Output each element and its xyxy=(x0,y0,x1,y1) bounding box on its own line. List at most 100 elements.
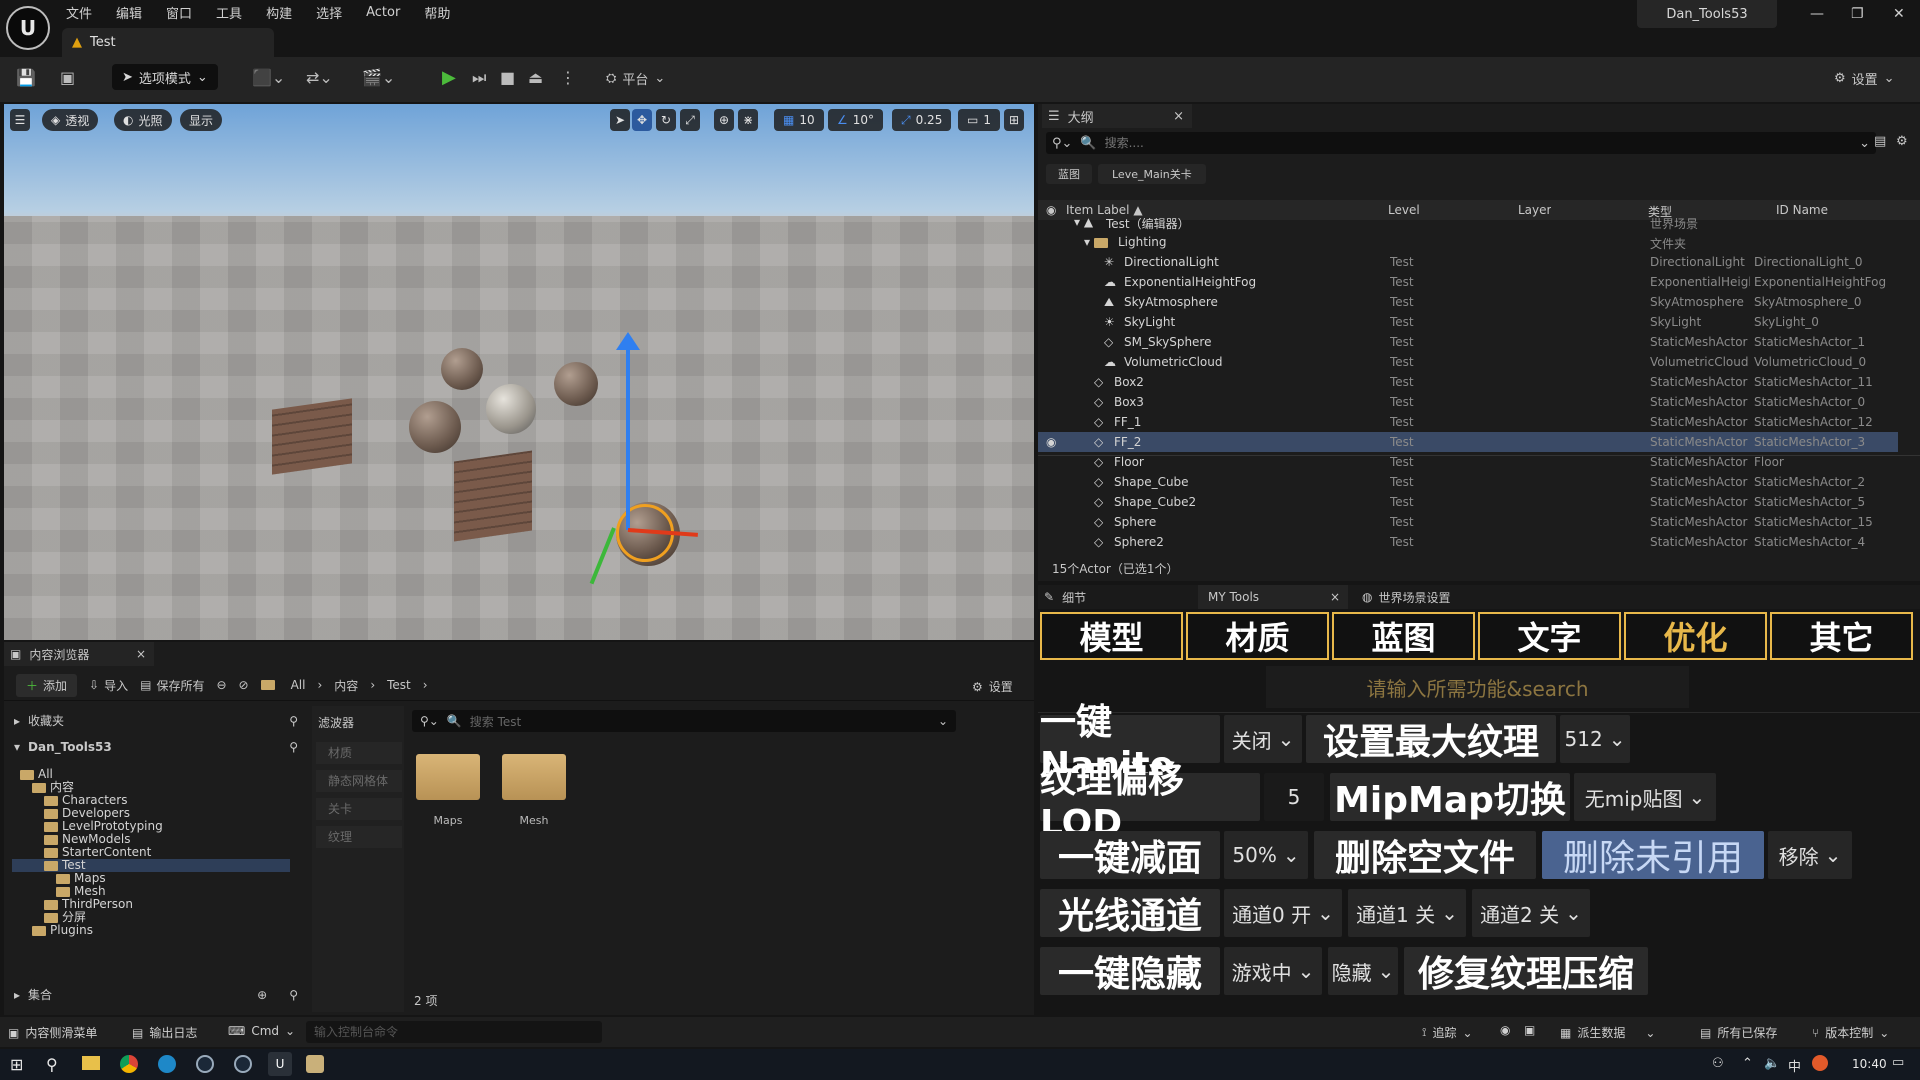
filter-icon[interactable]: ⚲⌄ xyxy=(420,714,439,728)
menu-select[interactable]: 选择 xyxy=(316,3,342,22)
menu-window[interactable]: 窗口 xyxy=(166,3,192,22)
stop-icon[interactable]: ■ xyxy=(500,68,515,87)
eject-icon[interactable]: ⏏ xyxy=(528,68,543,87)
delete-empty-button[interactable]: 删除空文件 xyxy=(1314,831,1536,879)
category-tab[interactable]: 蓝图 xyxy=(1332,612,1475,660)
restore-icon[interactable]: ❐ xyxy=(1851,6,1864,22)
menu-edit[interactable]: 编辑 xyxy=(116,3,142,22)
chevron-down-icon[interactable]: ⌄ xyxy=(938,714,948,728)
grid-snap-button[interactable]: ▦ 10 xyxy=(774,109,824,131)
menu-file[interactable]: 文件 xyxy=(66,3,92,22)
windows-start-icon[interactable]: ⊞ xyxy=(10,1055,23,1074)
unreal-taskbar-icon[interactable]: U xyxy=(268,1052,292,1076)
file-explorer-icon[interactable] xyxy=(82,1056,100,1070)
version-control-button[interactable]: ⑂ 版本控制 ⌄ xyxy=(1812,1024,1889,1041)
filter-texture[interactable]: 纹理 xyxy=(316,826,402,848)
cinematics-icon[interactable]: 🎬⌄ xyxy=(362,68,395,87)
perspective-button[interactable]: ◈ 透视 xyxy=(42,109,99,131)
play-icon[interactable]: ▶ xyxy=(442,67,456,88)
outliner-row[interactable]: ✳ DirectionalLight Test DirectionalLight Dir… xyxy=(1038,252,1898,272)
level-viewport[interactable]: ☰ ◈ 透视 ◐ 光照 显示 ➤ ✥ ↻ ⤢ ⊕ ⋇ ▦ 10 ∠ 10° ⤢ 0.25 … xyxy=(4,104,1034,640)
outliner-row[interactable]: ◇ SM_SkySphere Test StaticMeshActor StaticMe… xyxy=(1038,332,1898,352)
show-button[interactable]: 显示 xyxy=(180,109,223,131)
save-icon[interactable]: 💾 xyxy=(16,68,36,87)
translate-tool-icon[interactable]: ✥ xyxy=(632,109,652,131)
outliner-row[interactable]: ◇ Shape_Cube Test StaticMeshActor StaticMesh… xyxy=(1038,472,1898,492)
col-id-name[interactable]: ID Name xyxy=(1776,203,1828,217)
back-icon[interactable]: ⊖ xyxy=(216,678,226,692)
lit-button[interactable]: ◐ 光照 xyxy=(114,109,172,131)
reduce-dropdown[interactable]: 50% ⌄ xyxy=(1224,831,1308,879)
content-browser-tab[interactable]: ▣ 内容浏览器 × xyxy=(4,642,154,666)
select-tool-icon[interactable]: ➤ xyxy=(610,109,630,131)
tab-details[interactable]: ✎ 细节 xyxy=(1038,589,1198,606)
folder-maps[interactable]: Maps xyxy=(416,754,480,827)
channel1-dropdown[interactable]: 通道1 关 ⌄ xyxy=(1348,889,1466,937)
outliner-search-input[interactable] xyxy=(1104,136,1805,150)
mipmap-toggle-button[interactable]: MipMap切换 xyxy=(1330,773,1570,821)
col-item-label[interactable]: Item Label ▲ xyxy=(1066,203,1143,217)
volume-icon[interactable]: 🔈 xyxy=(1764,1056,1780,1071)
more-icon[interactable]: ⋮ xyxy=(560,68,576,87)
derived-data-button[interactable]: ▦ 派生数据 ⌄ xyxy=(1560,1024,1655,1041)
trace-button[interactable]: ⟟ 追踪 ⌄ xyxy=(1422,1024,1473,1041)
save-all-button[interactable]: ▤ 保存所有 xyxy=(140,677,204,694)
tray-chevron-icon[interactable]: ⌃ xyxy=(1742,1056,1753,1071)
tree-folder[interactable]: 内容 xyxy=(12,781,290,794)
menu-tools[interactable]: 工具 xyxy=(216,3,242,22)
visibility-icon[interactable]: ◉ xyxy=(1046,435,1056,449)
chrome-icon[interactable] xyxy=(120,1055,138,1073)
unreal-logo-icon[interactable]: U xyxy=(6,6,50,50)
outliner-row[interactable]: ◇ Box3 Test StaticMeshActor StaticMeshActor_… xyxy=(1038,392,1898,412)
steam-icon[interactable] xyxy=(234,1055,252,1073)
light-channel-button[interactable]: 光线通道 xyxy=(1040,889,1220,937)
blueprint-icon[interactable]: ⇄⌄ xyxy=(306,68,333,87)
angle-snap-button[interactable]: ∠ 10° xyxy=(828,109,884,131)
category-tab[interactable]: 文字 xyxy=(1478,612,1621,660)
content-drawer-button[interactable]: ▣ 内容侧滑菜单 xyxy=(8,1024,97,1041)
search-icon[interactable]: ⚲ xyxy=(289,714,298,728)
outliner-root-row[interactable]: ▾ ▲ Test（编辑器） 世界场景 xyxy=(1038,218,1898,232)
menu-build[interactable]: 构建 xyxy=(266,3,292,22)
filter-material[interactable]: 材质 xyxy=(316,742,402,764)
tree-folder[interactable]: Characters xyxy=(12,794,290,807)
outliner-row[interactable]: ☀ SkyLight Test SkyLight SkyLight_0 xyxy=(1038,312,1898,332)
level-tab[interactable]: ▲ Test xyxy=(62,28,274,57)
outliner-row[interactable]: ☁ VolumetricCloud Test VolumetricCloud Volum… xyxy=(1038,352,1898,372)
browse-icon[interactable]: ▣ xyxy=(60,68,75,87)
cmd-dropdown[interactable]: ⌨ Cmd ⌄ xyxy=(228,1024,295,1038)
add-button[interactable]: ＋ 添加 xyxy=(16,673,78,697)
reduce-faces-button[interactable]: 一键减面 xyxy=(1040,831,1220,879)
tree-folder[interactable]: Plugins xyxy=(12,924,290,937)
breadcrumb-content[interactable]: 内容 xyxy=(334,677,358,694)
search-icon[interactable]: ⚲ xyxy=(289,988,298,1002)
asset-search[interactable]: ⚲⌄ 🔍 搜索 Test ⌄ xyxy=(412,710,956,732)
scale-tool-icon[interactable]: ⤢ xyxy=(680,109,700,131)
console-input[interactable]: 输入控制台命令 xyxy=(306,1021,602,1043)
outliner-search[interactable]: ⚲⌄ 🔍 ⌄ xyxy=(1046,132,1876,154)
tree-folder[interactable]: Maps xyxy=(12,872,290,885)
layout-icon[interactable]: ⊞ xyxy=(1004,109,1024,131)
outliner-tab[interactable]: ☰ 大纲 × xyxy=(1042,104,1192,128)
tree-folder[interactable]: StarterContent xyxy=(12,846,290,859)
channel2-dropdown[interactable]: 通道2 关 ⌄ xyxy=(1472,889,1590,937)
tab-world-settings[interactable]: ◍ 世界场景设置 xyxy=(1348,589,1451,606)
forward-icon[interactable]: ⊘ xyxy=(239,678,249,692)
tool-search-input[interactable]: 请输入所需功能&search xyxy=(1266,666,1689,708)
steam-icon[interactable] xyxy=(196,1055,214,1073)
filter-chip-blueprint[interactable]: 蓝图 xyxy=(1046,164,1092,184)
category-tab[interactable]: 其它 xyxy=(1770,612,1913,660)
close-icon[interactable]: × xyxy=(1330,590,1340,604)
tray-app-icon[interactable] xyxy=(1812,1055,1828,1071)
breadcrumb-test[interactable]: Test xyxy=(387,678,411,692)
texture-lod-bias-button[interactable]: 纹理偏移LOD xyxy=(1040,760,1260,844)
mipmap-dropdown[interactable]: 无mip贴图 ⌄ xyxy=(1574,773,1716,821)
outliner-row[interactable]: ◉ ◇ FF_2 Test StaticMeshActor StaticMeshActor… xyxy=(1038,432,1898,452)
app-taskbar-icon[interactable] xyxy=(306,1055,324,1073)
hide-mode-dropdown[interactable]: 游戏中 ⌄ xyxy=(1224,947,1322,995)
favorites-section[interactable]: ▸ 收藏夹 ⚲ xyxy=(14,712,298,729)
settings-button[interactable]: ⚙ 设置 ⌄ xyxy=(1834,69,1895,88)
hide-all-button[interactable]: 一键隐藏 xyxy=(1040,947,1220,995)
filter-level[interactable]: 关卡 xyxy=(316,798,402,820)
breadcrumb-all[interactable]: All xyxy=(291,678,306,692)
